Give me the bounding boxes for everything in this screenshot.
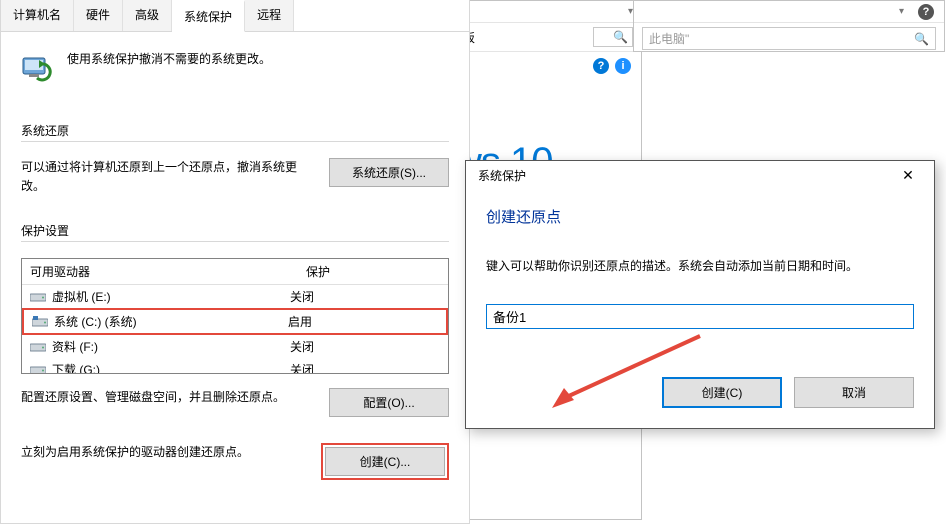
dialog-description: 键入可以帮助你识别还原点的描述。系统会自动添加当前日期和时间。 (486, 257, 914, 274)
drive-icon (32, 316, 48, 328)
tab-remote[interactable]: 远程 (245, 0, 294, 31)
search-box-bg[interactable]: 🔍 (593, 27, 633, 47)
help-icon[interactable]: ? (593, 58, 609, 74)
system-restore-button[interactable]: 系统还原(S)... (329, 158, 449, 187)
search-icon: 🔍 (914, 32, 929, 46)
configure-description: 配置还原设置、管理磁盘空间，并且删除还原点。 (21, 388, 309, 407)
restore-description: 可以通过将计算机还原到上一个还原点，撤消系统更改。 (21, 158, 309, 196)
dialog-titlebar[interactable]: 系统保护 ✕ (466, 161, 934, 190)
configure-button[interactable]: 配置(O)... (329, 388, 449, 417)
drive-name: 下载 (G:) (52, 361, 100, 373)
drive-table: 可用驱动器 保护 虚拟机 (E:) 关闭 系统 (C:) (系统) 启用 (21, 258, 449, 374)
dialog-create-button[interactable]: 创建(C) (662, 377, 782, 408)
chevron-down-icon: ▾ (899, 6, 904, 17)
dialog-title: 系统保护 (478, 167, 526, 184)
tab-hardware[interactable]: 硬件 (74, 0, 123, 31)
col-header-protection: 保护 (298, 259, 448, 284)
drive-table-header: 可用驱动器 保护 (22, 259, 448, 285)
drive-status: 关闭 (290, 338, 440, 355)
drive-name: 资料 (F:) (52, 338, 98, 355)
create-description: 立刻为启用系统保护的驱动器创建还原点。 (21, 443, 301, 462)
drive-name: 系统 (C:) (系统) (54, 313, 137, 330)
tab-computer-name[interactable]: 计算机名 (1, 0, 74, 31)
background-window-explorer: ▾ ? 此电脑" 🔍 (633, 0, 945, 52)
info-icon[interactable]: i (615, 58, 631, 74)
create-button-highlight: 创建(C)... (321, 443, 449, 480)
tab-advanced[interactable]: 高级 (123, 0, 172, 31)
col-header-drive: 可用驱动器 (22, 259, 298, 284)
table-row[interactable]: 下载 (G:) 关闭 (22, 358, 448, 373)
table-row[interactable]: 虚拟机 (E:) 关闭 (22, 285, 448, 308)
section-title-protection: 保护设置 (21, 222, 449, 242)
restore-point-name-input[interactable] (486, 304, 914, 329)
drive-icon (30, 291, 46, 303)
dialog-heading: 创建还原点 (486, 206, 914, 227)
system-protection-icon (21, 50, 53, 82)
intro-text: 使用系统保护撤消不需要的系统更改。 (67, 50, 271, 67)
drive-table-body[interactable]: 虚拟机 (E:) 关闭 系统 (C:) (系统) 启用 资料 (F:) (22, 285, 448, 373)
section-title-restore: 系统还原 (21, 122, 449, 142)
create-restore-point-button[interactable]: 创建(C)... (325, 447, 445, 476)
search-icon: 🔍 (613, 30, 628, 44)
search-box[interactable]: 此电脑" 🔍 (642, 27, 936, 50)
close-icon[interactable]: ✕ (888, 167, 928, 184)
table-row[interactable]: 系统 (C:) (系统) 启用 (22, 308, 448, 335)
create-restore-point-dialog: 系统保护 ✕ 创建还原点 键入可以帮助你识别还原点的描述。系统会自动添加当前日期… (465, 160, 935, 429)
drive-status: 关闭 (290, 361, 440, 373)
drive-name: 虚拟机 (E:) (52, 288, 111, 305)
table-row[interactable]: 资料 (F:) 关闭 (22, 335, 448, 358)
search-placeholder: 此电脑" (649, 30, 689, 47)
tab-system-protection[interactable]: 系统保护 (172, 0, 245, 32)
dialog-cancel-button[interactable]: 取消 (794, 377, 914, 408)
drive-icon (30, 341, 46, 353)
drive-status: 关闭 (290, 288, 440, 305)
drive-icon (30, 364, 46, 374)
tab-bar: 计算机名 硬件 高级 系统保护 远程 (1, 0, 469, 32)
drive-status: 启用 (288, 313, 438, 330)
system-properties-panel: 计算机名 硬件 高级 系统保护 远程 使用系统保护撤消不需要的系统更改。 系统还… (0, 0, 470, 524)
help-icon[interactable]: ? (918, 4, 934, 20)
